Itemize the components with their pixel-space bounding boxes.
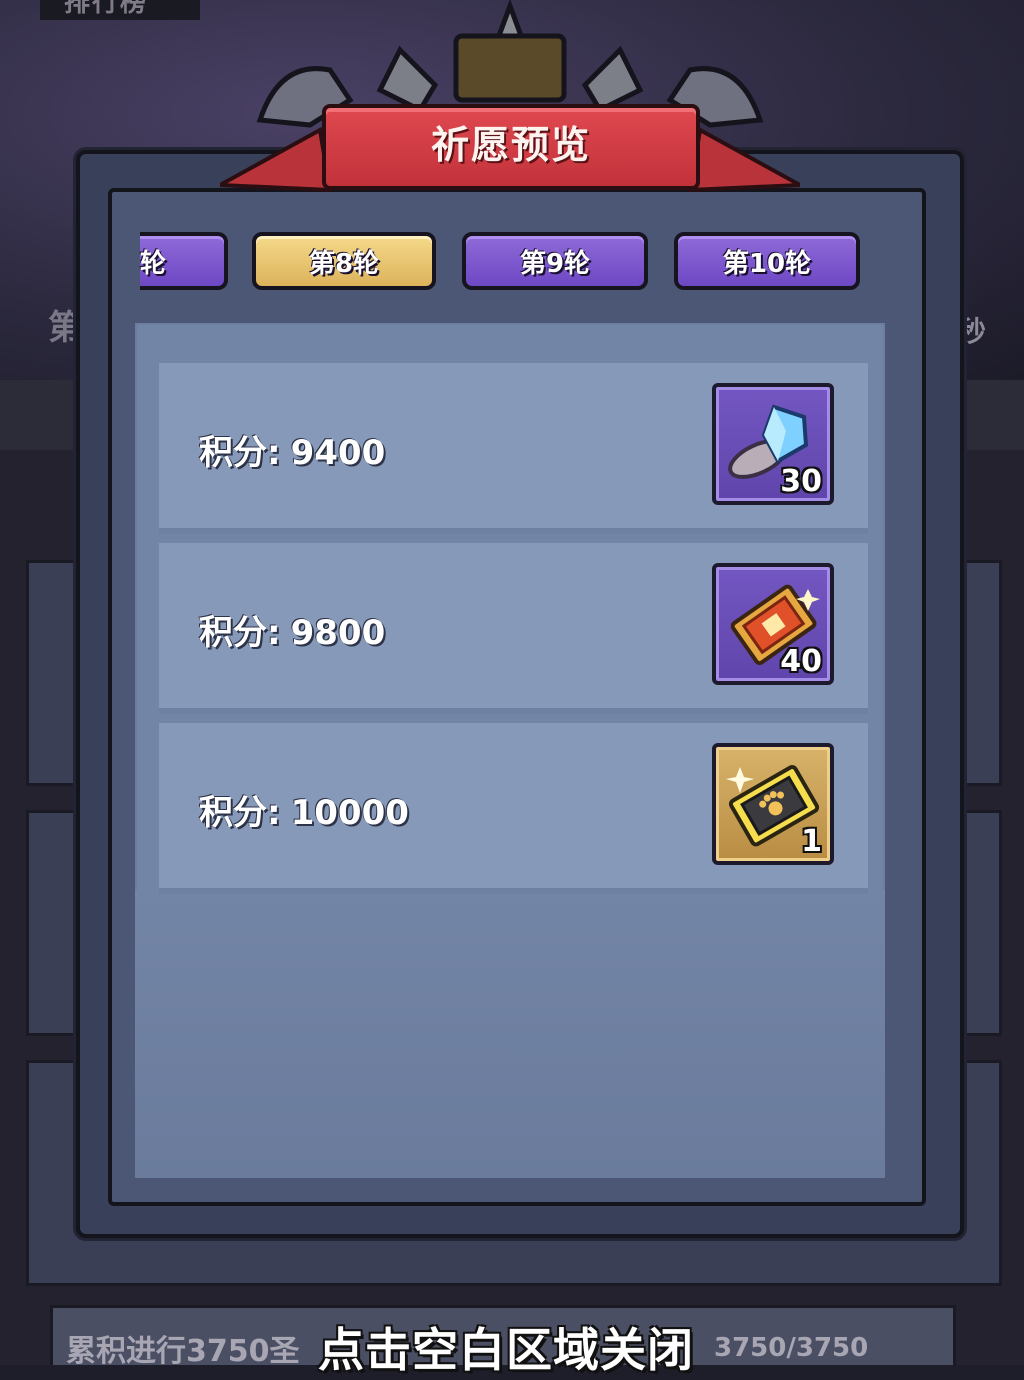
- reward-score-value: 10000: [290, 793, 409, 833]
- reward-row: 积分: 9800 40: [159, 543, 868, 714]
- reward-item-count: 40: [780, 644, 822, 679]
- reward-score-label: 积分:: [199, 613, 281, 653]
- reward-row: 积分: 10000 1: [159, 723, 868, 894]
- reward-row: 积分: 9400 30: [159, 363, 868, 534]
- tab-round-7[interactable]: 轮: [140, 232, 228, 290]
- reward-score-label: 积分:: [199, 793, 281, 833]
- reward-item-slot[interactable]: 30: [712, 383, 834, 505]
- reward-item-slot[interactable]: 1: [712, 743, 834, 865]
- background-progress-count: 3750/3750: [714, 1333, 869, 1363]
- reward-item-count: 30: [780, 464, 822, 499]
- modal-title: 祈愿预览: [430, 123, 591, 167]
- reward-score-value: 9400: [290, 433, 386, 473]
- reward-item-slot[interactable]: 40: [712, 563, 834, 685]
- tab-round-8[interactable]: 第8轮: [252, 232, 436, 290]
- tab-round-9[interactable]: 第9轮: [462, 232, 648, 290]
- reward-score-label: 积分:: [199, 433, 281, 473]
- background-progress-text: 累积进行3750圣: [66, 1334, 300, 1365]
- reward-score-text: 积分: 9400: [199, 425, 385, 474]
- modal-empty-area: [135, 890, 885, 1178]
- reward-score-value: 9800: [290, 613, 386, 653]
- reward-score-text: 积分: 9800: [199, 605, 385, 654]
- tab-round-10[interactable]: 第10轮: [674, 232, 860, 290]
- close-hint-text: 点击空白区域关闭: [318, 1323, 694, 1377]
- reward-score-text: 积分: 10000: [199, 785, 409, 834]
- background-corner-title: 排行榜: [40, 0, 200, 20]
- reward-item-count: 1: [801, 824, 822, 859]
